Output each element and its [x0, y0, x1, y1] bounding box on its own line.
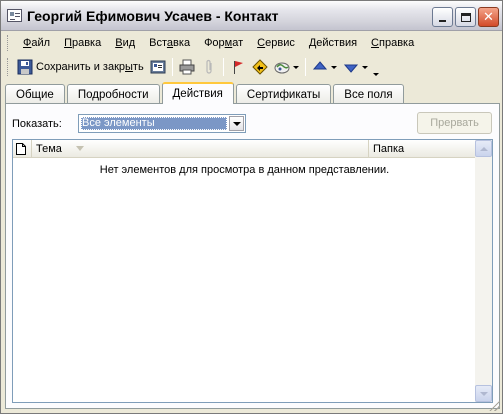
- document-icon: [16, 143, 26, 155]
- next-item-dropdown-arrow[interactable]: [361, 65, 368, 69]
- resize-grip[interactable]: [488, 399, 500, 411]
- tab-activities-label: Действия: [172, 88, 223, 100]
- previous-item-button[interactable]: [309, 56, 340, 78]
- column-header-subject[interactable]: Тема: [32, 140, 369, 158]
- display-map-button[interactable]: [271, 56, 302, 78]
- save-as-card-icon: [150, 59, 166, 75]
- column-header-folder[interactable]: Папка: [369, 140, 476, 158]
- close-button[interactable]: ✕: [478, 7, 499, 27]
- next-item-icon: [343, 59, 359, 75]
- save-and-close-label: Сохранить и закр: [36, 61, 126, 73]
- toolbar-separator: [304, 58, 306, 76]
- menu-edit[interactable]: Правка: [57, 37, 108, 49]
- minimize-icon: [439, 20, 446, 22]
- menu-insert[interactable]: Вставка: [142, 37, 197, 49]
- print-icon: [179, 59, 195, 75]
- show-filter-value: Все элементы: [81, 117, 227, 130]
- standard-toolbar: Сохранить и закрыть: [7, 55, 496, 79]
- minimize-button[interactable]: [432, 7, 453, 27]
- new-activity-button[interactable]: [249, 56, 271, 78]
- attach-icon: [201, 59, 217, 75]
- show-filter-select[interactable]: Все элементы: [78, 114, 246, 133]
- toolbar-grip[interactable]: [7, 58, 10, 76]
- menu-view[interactable]: Вид: [108, 37, 142, 49]
- column-subject-label: Тема: [36, 143, 62, 155]
- attach-file-button[interactable]: [198, 56, 220, 78]
- window-title: Георгий Ефимович Усачев - Контакт: [27, 8, 279, 24]
- follow-up-flag-button[interactable]: [227, 56, 249, 78]
- title-bar[interactable]: Георгий Ефимович Усачев - Контакт ✕: [1, 1, 502, 31]
- tab-activities[interactable]: Действия: [161, 82, 234, 104]
- tab-strip: Общие Подробности Действия Сертификаты В…: [5, 82, 500, 104]
- maximize-button[interactable]: [455, 7, 476, 27]
- previous-item-dropdown-arrow[interactable]: [330, 65, 337, 69]
- menu-tools[interactable]: Сервис: [250, 37, 302, 49]
- menu-format[interactable]: Формат: [197, 37, 250, 49]
- tab-all-fields[interactable]: Все поля: [333, 84, 404, 104]
- toolbar-options-icon: [372, 73, 379, 76]
- toolbar-separator: [171, 58, 173, 76]
- toolbar-separator: [222, 58, 224, 76]
- menu-bar: Файл Правка Вид Вставка Формат Сервис Де…: [7, 33, 496, 53]
- activity-icon: [251, 59, 268, 75]
- previous-item-icon: [312, 59, 328, 75]
- tab-general-label: Общие: [16, 88, 54, 101]
- maximize-icon: [460, 12, 471, 22]
- stop-search-button[interactable]: Прервать: [417, 112, 492, 134]
- tab-certificates-label: Сертификаты: [246, 88, 321, 101]
- activities-list[interactable]: Тема Папка Нет элементов для просмотра в…: [12, 139, 493, 403]
- list-header: Тема Папка: [13, 140, 476, 158]
- map-address-icon: [274, 59, 290, 75]
- save-and-close-button[interactable]: Сохранить и закрыть: [14, 56, 147, 78]
- print-button[interactable]: [176, 56, 198, 78]
- menu-help[interactable]: Справка: [364, 37, 421, 49]
- tab-general[interactable]: Общие: [5, 84, 65, 104]
- chevron-down-icon[interactable]: [229, 116, 244, 131]
- save-icon: [17, 59, 33, 75]
- show-label: Показать:: [12, 118, 62, 130]
- close-icon: ✕: [483, 9, 494, 25]
- contact-card-icon: [7, 9, 22, 22]
- tab-details[interactable]: Подробности: [66, 84, 160, 104]
- save-as-card-button[interactable]: [147, 56, 169, 78]
- toolbar-options-chevron[interactable]: [371, 58, 381, 76]
- tab-details-label: Подробности: [77, 88, 149, 101]
- contact-window: Георгий Ефимович Усачев - Контакт ✕ Файл…: [0, 0, 503, 414]
- column-folder-label: Папка: [373, 143, 405, 155]
- map-dropdown-arrow[interactable]: [292, 65, 299, 69]
- empty-list-message: Нет элементов для просмотра в данном пре…: [99, 164, 390, 176]
- scroll-up-icon[interactable]: [475, 140, 492, 157]
- menu-actions[interactable]: Действия: [302, 37, 364, 49]
- list-scrollbar[interactable]: [475, 140, 492, 402]
- menu-bar-grip[interactable]: [7, 35, 10, 51]
- flag-icon: [230, 59, 246, 75]
- tab-certificates[interactable]: Сертификаты: [235, 84, 332, 104]
- menu-file[interactable]: Файл: [16, 37, 57, 49]
- sort-descending-icon: [76, 146, 84, 151]
- tab-all-fields-label: Все поля: [344, 88, 393, 101]
- column-header-icon[interactable]: [13, 140, 32, 158]
- next-item-button[interactable]: [340, 56, 371, 78]
